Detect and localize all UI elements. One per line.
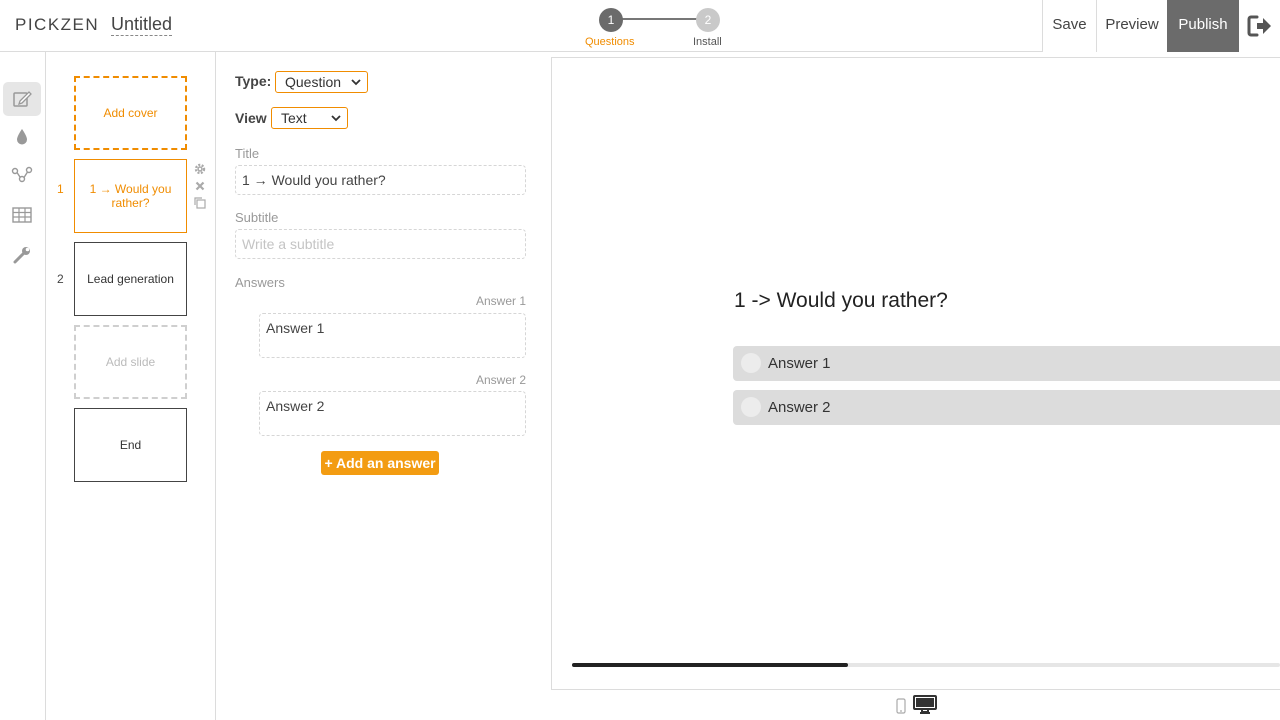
answer-2-input[interactable]: Answer 2	[259, 391, 526, 436]
title-input[interactable]: 1 → Would you rather?	[235, 165, 526, 195]
document-title[interactable]: Untitled	[111, 14, 173, 36]
step-questions-circle[interactable]: 1	[599, 8, 623, 32]
tool-rail	[0, 52, 46, 720]
duplicate-icon[interactable]	[193, 196, 207, 210]
step-install-circle[interactable]: 2	[696, 8, 720, 32]
type-label: Type:	[235, 73, 272, 89]
chevron-down-icon	[331, 115, 341, 122]
rail-data-button[interactable]	[3, 198, 41, 232]
chevron-down-icon	[351, 79, 361, 86]
subtitle-input[interactable]: Write a subtitle	[235, 229, 526, 259]
step-indicator: 1 2 Questions Install	[580, 6, 730, 50]
step-install-label[interactable]: Install	[693, 36, 722, 48]
progress-bar	[572, 663, 1280, 667]
flow-icon	[11, 166, 33, 183]
preview-button[interactable]: Preview	[1096, 0, 1167, 52]
preview-area: 1 -> Would you rather? Answer 1 Answer 2	[546, 52, 1280, 720]
slide-tools	[193, 162, 207, 213]
app-logo: PICKZEN	[15, 15, 100, 34]
rail-edit-button[interactable]	[3, 82, 41, 116]
radio-button[interactable]	[741, 353, 761, 373]
exit-icon	[1247, 15, 1271, 37]
question-editor: Type: Question View Text Title 1 → Would…	[216, 52, 546, 720]
exit-button[interactable]	[1239, 0, 1280, 52]
table-icon	[12, 207, 32, 223]
close-icon[interactable]	[193, 179, 207, 193]
subtitle-label: Subtitle	[235, 210, 279, 225]
title-label: Title	[235, 146, 260, 161]
slide-number: 1	[57, 182, 64, 196]
preview-answer-option[interactable]: Answer 1	[733, 346, 1280, 381]
type-select[interactable]: Question	[275, 71, 368, 93]
preview-answer-option[interactable]: Answer 2	[733, 390, 1280, 425]
type-select-value: Question	[285, 74, 342, 90]
rail-design-button[interactable]	[3, 120, 41, 154]
view-select[interactable]: Text	[271, 107, 348, 129]
slide-question[interactable]: 1 → Would you rather?	[74, 159, 187, 233]
answer-1-input[interactable]: Answer 1	[259, 313, 526, 358]
view-label: View	[235, 110, 267, 126]
desktop-view-icon[interactable]	[913, 695, 937, 715]
preview-answer-text: Answer 1	[768, 355, 831, 372]
slide-end[interactable]: End	[74, 408, 187, 482]
preview-frame: 1 -> Would you rather? Answer 1 Answer 2	[551, 57, 1280, 690]
answer-2-label: Answer 2	[475, 373, 526, 387]
radio-button[interactable]	[741, 397, 761, 417]
view-select-value: Text	[281, 110, 307, 126]
edit-icon	[13, 91, 32, 107]
answer-1-label: Answer 1	[475, 294, 526, 308]
top-header: PICKZEN Untitled 1 2 Questions Install S…	[0, 0, 1280, 52]
gear-icon[interactable]	[193, 162, 207, 176]
add-slide-button[interactable]: Add slide	[74, 325, 187, 399]
save-button[interactable]: Save	[1042, 0, 1096, 52]
publish-button[interactable]: Publish	[1167, 0, 1239, 52]
rail-logic-button[interactable]	[3, 158, 41, 192]
mobile-view-icon[interactable]	[896, 698, 906, 714]
progress-fill	[572, 663, 849, 667]
add-answer-button[interactable]: + Add an answer	[321, 451, 439, 475]
preview-question-title: 1 -> Would you rather?	[734, 289, 948, 312]
step-questions-label[interactable]: Questions	[585, 36, 635, 48]
slide-number: 2	[57, 272, 64, 286]
step-connector	[612, 18, 708, 20]
answers-label: Answers	[235, 275, 285, 290]
rail-settings-button[interactable]	[3, 238, 41, 272]
slide-lead-generation[interactable]: Lead generation	[74, 242, 187, 316]
preview-answer-text: Answer 2	[768, 399, 831, 416]
wrench-icon	[13, 247, 30, 264]
slides-panel: Add cover 1 1 → Would you rather? 2 Lead…	[46, 52, 216, 720]
drop-icon	[17, 129, 27, 145]
add-cover-slide[interactable]: Add cover	[74, 76, 187, 150]
